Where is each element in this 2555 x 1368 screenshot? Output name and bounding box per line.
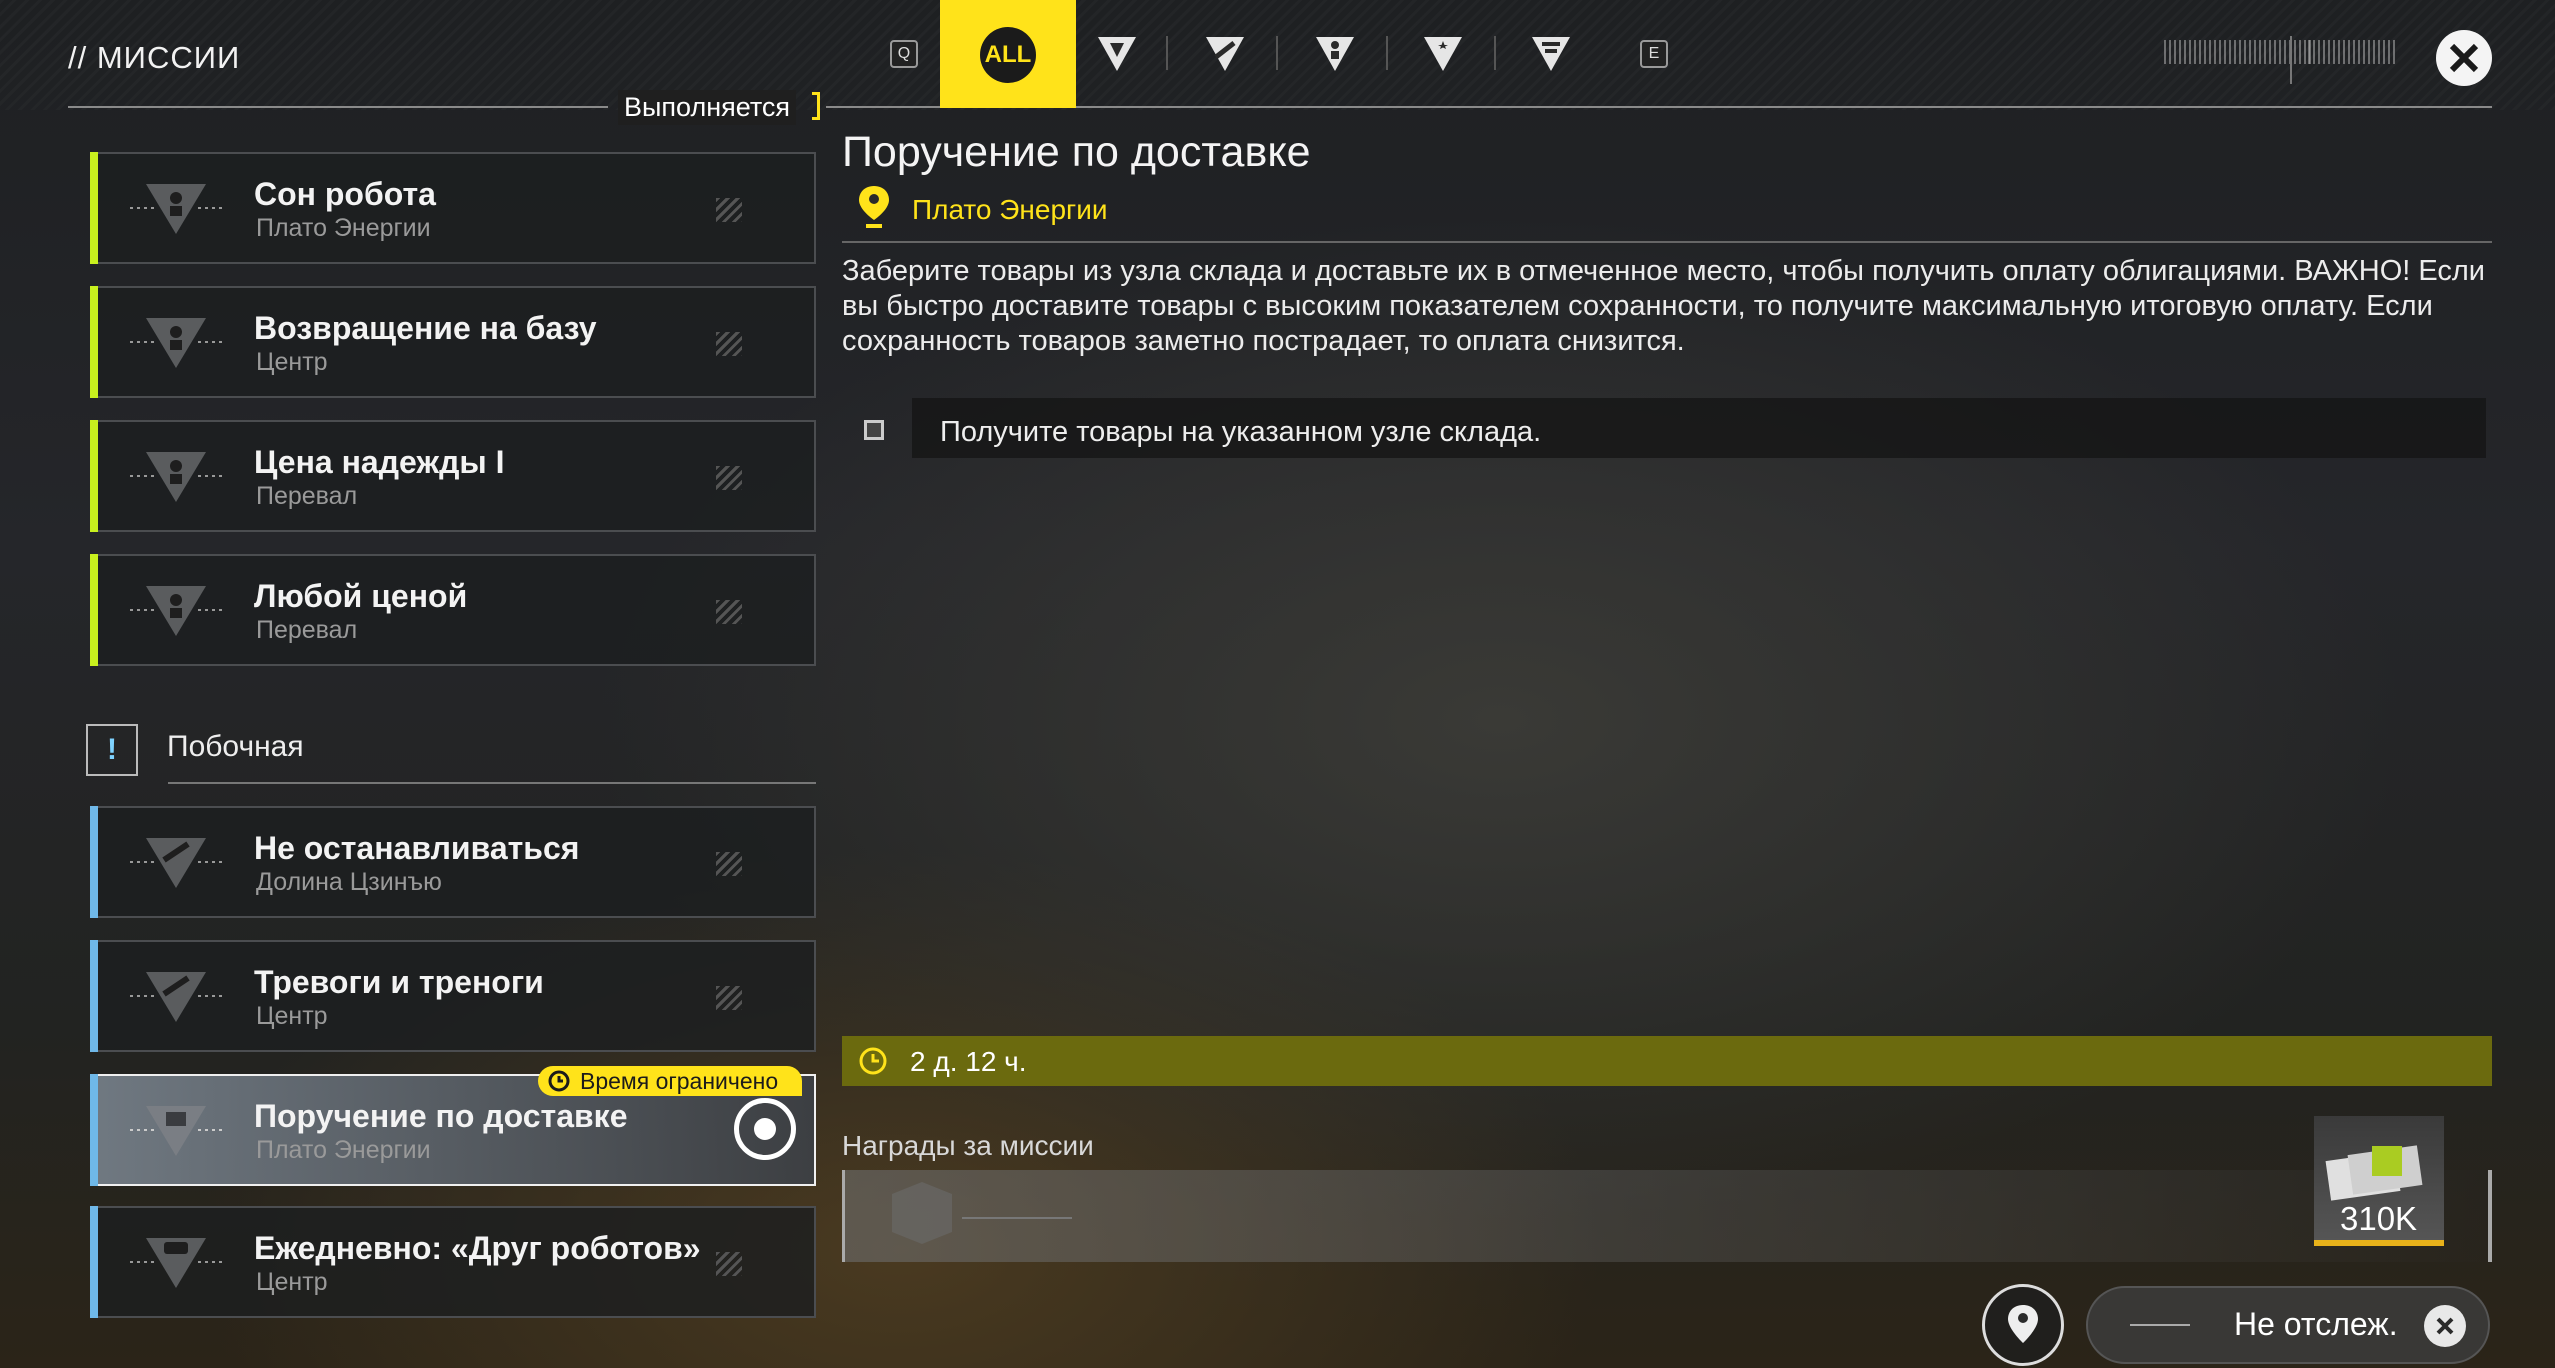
mission-tag-decoration — [716, 1252, 796, 1276]
map-pin-icon — [2008, 1305, 2038, 1343]
mission-tag-decoration — [716, 332, 796, 356]
mission-name: Возвращение на базу — [254, 310, 597, 346]
status-bracket — [812, 92, 820, 120]
side-mission-icon — [130, 838, 222, 888]
filter-all-tab[interactable]: ALL — [940, 0, 1076, 108]
mission-card[interactable]: Возвращение на базу Центр — [90, 286, 816, 398]
mission-tag-decoration — [716, 600, 796, 624]
box-icon — [892, 1182, 1072, 1244]
mission-tag-decoration — [716, 986, 796, 1010]
hud-decoration — [2308, 40, 2398, 64]
mission-name: Тревоги и треноги — [254, 964, 544, 1000]
rewards-label: Награды за миссии — [842, 1130, 1094, 1161]
mission-detail-title: Поручение по доставке — [842, 128, 1311, 176]
mission-tag-decoration — [716, 852, 796, 876]
mission-name: Цена надежды I — [254, 444, 505, 480]
mission-location: Плато Энергии — [256, 214, 431, 242]
mission-tag-decoration — [716, 466, 796, 490]
detail-divider — [842, 241, 2492, 243]
reward-count: 310K — [2340, 1200, 2418, 1237]
star-triangle-icon[interactable] — [1420, 30, 1466, 76]
untrack-line-decoration — [2130, 1324, 2190, 1326]
status-label: Выполняется — [618, 90, 797, 125]
main-mission-icon — [130, 184, 222, 234]
mission-card[interactable]: Цена надежды I Перевал — [90, 420, 816, 532]
clock-icon — [548, 1070, 570, 1092]
mission-location: Центр — [256, 1268, 328, 1296]
rewards-track — [842, 1170, 2492, 1262]
side-section-icon: ! — [86, 724, 138, 776]
section-divider — [168, 782, 816, 784]
mission-card[interactable]: Ежедневно: «Друг роботов» Центр — [90, 1206, 816, 1318]
mission-location: Перевал — [256, 616, 358, 644]
mission-type-bar — [90, 554, 98, 666]
main-mission-icon — [130, 586, 222, 636]
mission-type-bar — [90, 152, 98, 264]
mission-name: Поручение по доставке — [254, 1098, 628, 1134]
side-mission-icon — [130, 1106, 222, 1156]
section-label: Побочная — [167, 730, 304, 763]
filter-separator — [1494, 36, 1496, 70]
page-title: // МИССИИ — [68, 40, 241, 75]
show-on-map-button[interactable] — [1982, 1284, 2064, 1366]
arrow-triangle-icon[interactable] — [1202, 30, 1248, 76]
mission-type-bar — [90, 286, 98, 398]
mission-type-bar — [90, 940, 98, 1052]
mission-tag-decoration — [716, 198, 796, 222]
mission-type-bar — [90, 1074, 98, 1186]
close-icon[interactable] — [2424, 1305, 2466, 1347]
time-remaining-value: 2 д. 12 ч. — [910, 1046, 1027, 1077]
mission-card[interactable]: Любой ценой Перевал — [90, 554, 816, 666]
filter-separator — [1386, 36, 1388, 70]
close-button[interactable] — [2436, 30, 2492, 86]
filter-all-label: ALL — [980, 27, 1036, 83]
time-limited-badge: Время ограничено — [538, 1066, 803, 1096]
time-remaining-bar — [842, 1036, 2492, 1086]
side-mission-icon — [130, 972, 222, 1022]
mission-location: Центр — [256, 348, 328, 376]
person-triangle-icon[interactable] — [1312, 30, 1358, 76]
main-mission-icon — [130, 452, 222, 502]
rewards-track-end — [2488, 1170, 2492, 1262]
grid-triangle-icon[interactable] — [1528, 30, 1574, 76]
mission-card[interactable]: Не останавливаться Долина Цзинъю — [90, 806, 816, 918]
mission-name: Сон робота — [254, 176, 436, 212]
mission-name: Любой ценой — [254, 578, 468, 614]
mission-location: Плато Энергии — [256, 1136, 431, 1164]
filter-separator — [1166, 36, 1168, 70]
timer-icon — [859, 1047, 887, 1075]
mission-detail-location: Плато Энергии — [912, 194, 1108, 225]
main-mission-icon — [130, 318, 222, 368]
mission-description: Заберите товары из узла склада и доставь… — [842, 255, 2486, 357]
daily-mission-icon — [130, 1238, 222, 1288]
mission-type-bar — [90, 420, 98, 532]
header-divider — [68, 106, 608, 108]
tracking-target-icon[interactable] — [734, 1098, 796, 1160]
mission-location: Центр — [256, 1002, 328, 1030]
endfield-faction-icon[interactable] — [1094, 30, 1140, 76]
mission-location: Долина Цзинъю — [256, 868, 442, 896]
mission-name: Ежедневно: «Друг роботов» — [254, 1230, 701, 1266]
mission-card[interactable]: Тревоги и треноги Центр — [90, 940, 816, 1052]
prev-filter-key[interactable]: Q — [890, 40, 918, 68]
mission-type-bar — [90, 1206, 98, 1318]
objective-checkbox-icon — [864, 420, 884, 440]
untrack-label: Не отслеж. — [2234, 1306, 2398, 1342]
location-pin-icon — [859, 186, 889, 228]
objective-text: Получите товары на указанном узле склада… — [912, 398, 2486, 458]
hud-divider — [2290, 36, 2292, 84]
mission-type-bar — [90, 806, 98, 918]
mission-location: Перевал — [256, 482, 358, 510]
mission-card[interactable]: Сон робота Плато Энергии — [90, 152, 816, 264]
mission-name: Не останавливаться — [254, 830, 580, 866]
close-icon — [2449, 43, 2479, 73]
next-filter-key[interactable]: E — [1640, 40, 1668, 68]
time-limited-label: Время ограничено — [580, 1067, 779, 1094]
filter-separator — [1276, 36, 1278, 70]
